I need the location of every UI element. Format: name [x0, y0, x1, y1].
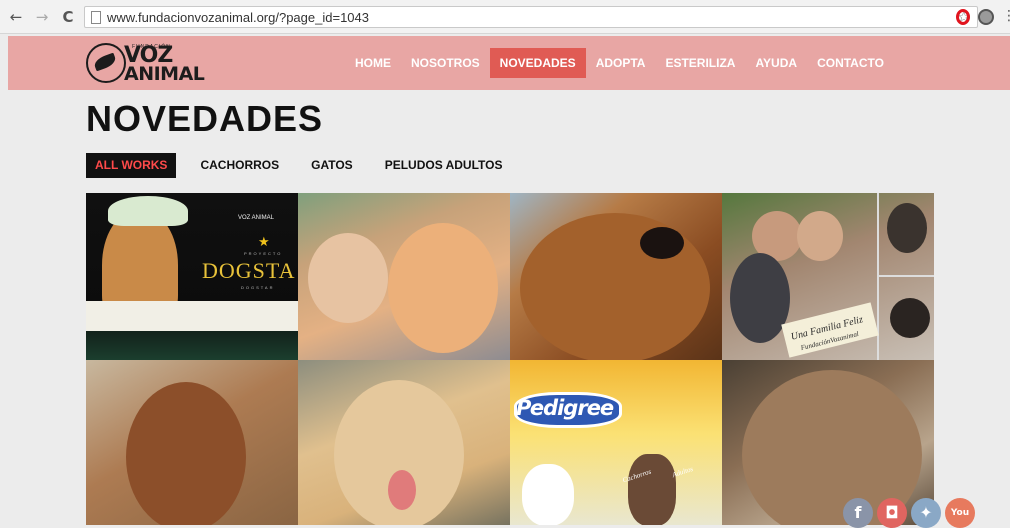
- dog-image: [628, 454, 676, 525]
- promo-pretitle: PROYECTO: [244, 251, 283, 256]
- opera-icon[interactable]: [956, 9, 970, 25]
- site-logo[interactable]: FUNDACIÓN VOZ ANIMAL: [86, 43, 205, 85]
- pedigree-logo-text: Pedigree: [516, 396, 614, 420]
- browser-menu-icon[interactable]: ⋮: [1002, 8, 1010, 24]
- promo-footer: DOGSTAR: [241, 285, 275, 290]
- puppy-image: [126, 382, 246, 525]
- nav-home[interactable]: HOME: [345, 48, 401, 78]
- nav-contacto[interactable]: CONTACTO: [807, 48, 894, 78]
- filter-cachorros[interactable]: CACHORROS: [184, 153, 295, 178]
- nav-esteriliza[interactable]: ESTERILIZA: [655, 48, 745, 78]
- promo-title: DOGSTA: [202, 258, 296, 283]
- page-icon: [91, 11, 101, 24]
- forward-button[interactable]: →: [34, 8, 50, 26]
- gallery-item-puppy[interactable]: [86, 360, 298, 525]
- portfolio-filters: ALL WORKS CACHORROS GATOS PELUDOS ADULTO…: [86, 153, 518, 178]
- gallery-item-labrador[interactable]: [298, 360, 510, 525]
- facebook-icon[interactable]: f: [843, 498, 873, 528]
- nav-novedades[interactable]: NOVEDADES: [489, 48, 586, 78]
- nav-nosotros[interactable]: NOSOTROS: [401, 48, 490, 78]
- instagram-icon[interactable]: ◘: [877, 498, 907, 528]
- social-links: f ◘ ✦ You: [843, 498, 975, 528]
- reload-button[interactable]: C: [60, 8, 76, 26]
- url-text[interactable]: www.fundacionvozanimal.org/?page_id=1043: [107, 10, 369, 25]
- filter-peludos-adultos[interactable]: PELUDOS ADULTOS: [369, 153, 519, 178]
- gallery-item-dog-closeup[interactable]: [510, 193, 722, 360]
- shower-cap-image: [108, 196, 188, 226]
- nav-adopta[interactable]: ADOPTA: [586, 48, 656, 78]
- kitten-image: [388, 223, 498, 353]
- gallery-item-happy-family[interactable]: Una Familia Feliz FundaciónVozanimal: [722, 193, 934, 360]
- logo-animal-text: ANIMAL: [124, 63, 205, 85]
- back-button[interactable]: ←: [8, 8, 24, 26]
- bathtub-image: [86, 301, 298, 331]
- person-image: [797, 211, 843, 261]
- promo-brand: VOZ ANIMAL: [238, 215, 275, 221]
- twitter-icon[interactable]: ✦: [911, 498, 941, 528]
- main-navigation: HOME NOSOTROS NOVEDADES ADOPTA ESTERILIZ…: [345, 48, 894, 78]
- browser-toolbar: ← → C www.fundacionvozanimal.org/?page_i…: [0, 0, 1010, 34]
- dog-nose-image: [640, 227, 684, 259]
- divider: [879, 275, 934, 277]
- filter-gatos[interactable]: GATOS: [295, 153, 369, 178]
- gallery-item-kittens[interactable]: [298, 193, 510, 360]
- nav-ayuda[interactable]: AYUDA: [745, 48, 807, 78]
- dog-image: [890, 298, 930, 338]
- dog-image: [730, 253, 790, 343]
- dog-image: [887, 203, 927, 253]
- puppy-image: [522, 464, 574, 525]
- dog-tongue-image: [388, 470, 416, 510]
- gallery-item-dogstar[interactable]: VOZ ANIMAL ★ PROYECTO DOGSTA DOGSTAR: [86, 193, 298, 360]
- page-title: NOVEDADES: [86, 98, 324, 139]
- label-adultos: Adultos: [671, 464, 695, 480]
- gallery-item-pedigree[interactable]: Pedigree Cachorros Adultos: [510, 360, 722, 525]
- kitten-image: [308, 233, 388, 323]
- extension-icon[interactable]: [978, 9, 994, 25]
- address-bar[interactable]: www.fundacionvozanimal.org/?page_id=1043…: [84, 6, 978, 28]
- filter-all-works[interactable]: ALL WORKS: [86, 153, 177, 178]
- youtube-icon[interactable]: You: [945, 498, 975, 528]
- portfolio-gallery: VOZ ANIMAL ★ PROYECTO DOGSTA DOGSTAR Una…: [86, 193, 934, 525]
- site-header: FUNDACIÓN VOZ ANIMAL HOME NOSOTROS NOVED…: [8, 36, 1010, 90]
- star-icon: ★: [258, 235, 270, 250]
